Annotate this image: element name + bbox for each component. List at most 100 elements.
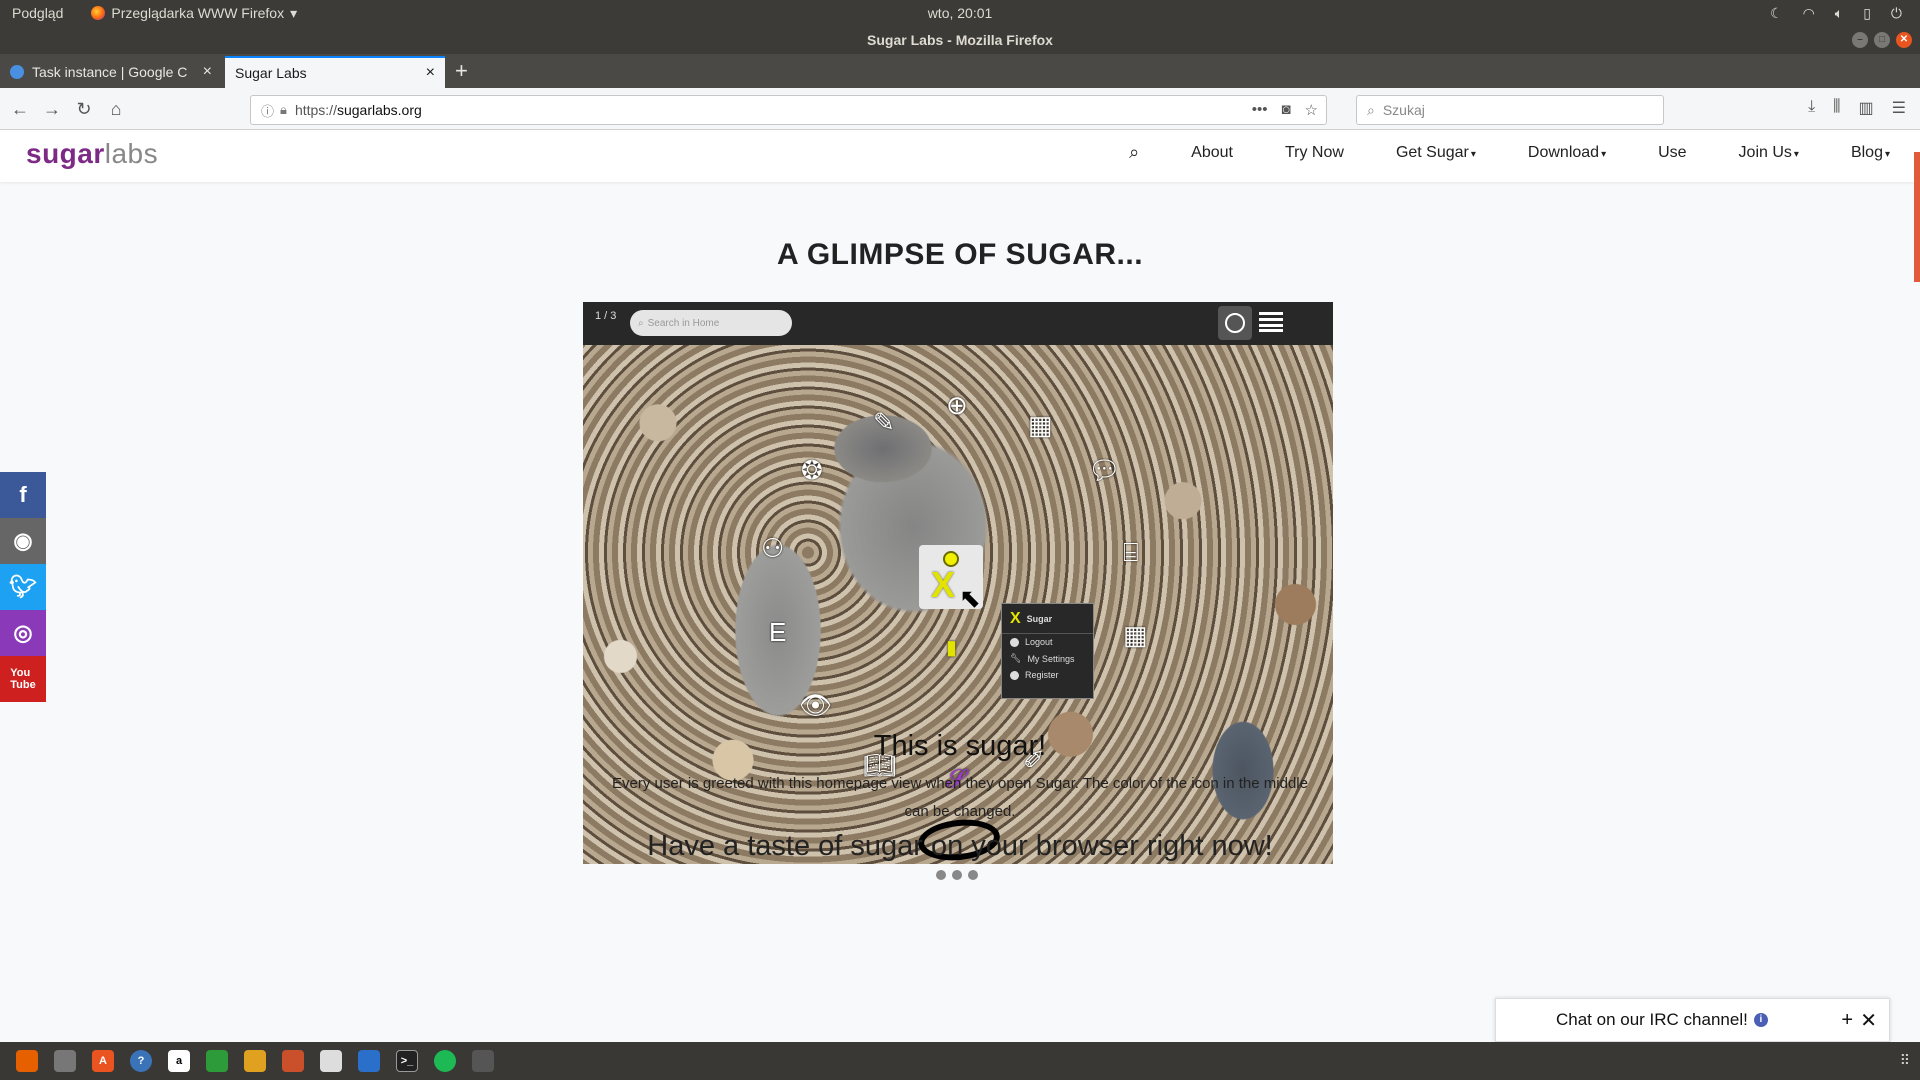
calc-launcher-icon[interactable]: [206, 1050, 228, 1072]
new-tab-button[interactable]: +: [455, 60, 468, 82]
maze-activity-icon: ⌸: [1123, 537, 1139, 567]
search-placeholder: Szukaj: [1382, 102, 1425, 118]
tab-label: Task instance | Google C: [32, 64, 188, 80]
software-launcher-icon[interactable]: A: [92, 1050, 114, 1072]
os-app-menu[interactable]: Podgląd: [12, 5, 63, 21]
nav-join-us[interactable]: Join Us ▾: [1739, 144, 1799, 162]
sugar-toolbar: 1 / 3 ⌕ Search in Home: [583, 302, 1333, 345]
help-launcher-icon[interactable]: ?: [130, 1050, 152, 1072]
sugar-search-field: ⌕ Search in Home: [630, 310, 792, 336]
tab-task-instance[interactable]: Task instance | Google C ×: [0, 56, 222, 88]
lock-icon[interactable]: 🔒︎: [280, 102, 287, 118]
slide-title: This is sugar!: [873, 730, 1047, 762]
nav-about[interactable]: About: [1191, 144, 1233, 162]
register-icon: [1010, 670, 1019, 680]
site-logo[interactable]: sugarlabs: [26, 138, 158, 170]
site-nav: ⌕ About Try Now Get Sugar ▾ Download ▾ Use…: [1129, 142, 1890, 163]
close-icon[interactable]: ✕: [1860, 1008, 1877, 1033]
turtle-activity-icon: ❂: [801, 455, 823, 485]
close-tab-icon[interactable]: ×: [426, 64, 435, 82]
library-icon[interactable]: ⫼: [1833, 98, 1840, 118]
os-clock[interactable]: wto, 20:01: [928, 5, 993, 21]
reload-icon[interactable]: ↻: [72, 97, 96, 121]
nav-download[interactable]: Download ▾: [1528, 144, 1606, 162]
forward-icon[interactable]: →: [40, 97, 64, 121]
twitter-icon[interactable]: 🐦︎: [0, 564, 46, 610]
search-icon: ⌕: [1367, 101, 1375, 118]
impress-launcher-icon[interactable]: [244, 1050, 266, 1072]
url-bar[interactable]: ⓘ 🔒︎ https://sugarlabs.org ••• ◙ ☆: [250, 95, 1327, 125]
browse-activity-icon: ⊕: [946, 390, 968, 420]
hamburger-menu-icon[interactable]: ☰: [1892, 98, 1906, 118]
logout-icon: [1010, 637, 1019, 647]
calculate-activity-icon: ▦: [1028, 410, 1053, 440]
downloads-icon[interactable]: ⤓: [1808, 98, 1815, 118]
info-icon[interactable]: i: [1753, 1013, 1768, 1027]
home-icon[interactable]: ⌂: [104, 97, 128, 121]
mouse-cursor-icon: ⬉: [959, 583, 981, 613]
search-input[interactable]: ⌕ Szukaj: [1356, 95, 1664, 125]
back-icon[interactable]: ←: [8, 97, 32, 121]
facebook-icon[interactable]: f: [0, 472, 46, 518]
amazon-launcher-icon[interactable]: a: [168, 1050, 190, 1072]
nav-try-now[interactable]: Try Now: [1285, 144, 1344, 162]
toolbar-right: ⤓ ⫼ ▥ ☰: [1808, 98, 1906, 118]
tab-favicon-icon: [10, 65, 24, 79]
section-title: A GLIMPSE OF SUGAR...: [776, 238, 1144, 271]
nav-use[interactable]: Use: [1658, 144, 1686, 162]
os-top-panel: Podgląd Przeglądarka WWW Firefox ▾ wto, …: [0, 0, 1920, 26]
search-icon: ⌕: [638, 317, 644, 329]
nav-get-sugar[interactable]: Get Sugar ▾: [1396, 144, 1476, 162]
instagram-icon[interactable]: ◎: [0, 610, 46, 656]
terminal-launcher-icon[interactable]: >_: [396, 1050, 418, 1072]
youtube-icon[interactable]: You Tube: [0, 656, 46, 702]
nav-blog[interactable]: Blog ▾: [1851, 144, 1890, 162]
firefox-launcher-icon[interactable]: [16, 1050, 38, 1072]
carousel-dot[interactable]: [936, 870, 946, 880]
carousel-dot[interactable]: [968, 870, 978, 880]
close-window-icon[interactable]: ✕: [1896, 32, 1912, 48]
slide-counter: 1 / 3: [595, 310, 617, 322]
irc-label[interactable]: Chat on our IRC channel!: [1556, 1010, 1748, 1030]
wifi-icon[interactable]: ◠: [1803, 5, 1815, 22]
sidebar-icon[interactable]: ▥: [1859, 98, 1874, 118]
site-search-icon[interactable]: ⌕: [1129, 142, 1139, 163]
power-icon[interactable]: ⏻: [1891, 5, 1902, 22]
close-tab-icon[interactable]: ×: [203, 63, 212, 81]
browser-tab-bar: Task instance | Google C × Sugar Labs × …: [0, 54, 1920, 88]
tab-sugar-labs[interactable]: Sugar Labs ×: [225, 56, 445, 88]
carousel-dot[interactable]: [952, 870, 962, 880]
volume-icon[interactable]: 🔈︎: [1835, 5, 1843, 22]
pocket-icon[interactable]: ◙: [1281, 101, 1290, 119]
night-mode-icon[interactable]: ☾: [1770, 5, 1783, 22]
github-icon[interactable]: ◉: [0, 518, 46, 564]
info-icon[interactable]: ⓘ: [261, 101, 274, 120]
favorites-view-icon: [1218, 306, 1252, 340]
xo-small-icon: X: [1010, 609, 1021, 627]
show-apps-icon[interactable]: ⠿: [1900, 1052, 1910, 1069]
url-text[interactable]: https://sugarlabs.org: [295, 102, 422, 118]
write-activity-icon: ✎: [873, 407, 895, 437]
firefox-icon: [91, 6, 106, 20]
battery-icon[interactable]: ▯: [1863, 5, 1871, 22]
spotify-launcher-icon[interactable]: [434, 1050, 456, 1072]
active-app-menu[interactable]: Przeglądarka WWW Firefox ▾: [91, 5, 297, 22]
expand-icon[interactable]: +: [1841, 1009, 1853, 1032]
document-launcher-icon[interactable]: [320, 1050, 342, 1072]
bookmark-star-icon[interactable]: ☆: [1305, 101, 1318, 119]
social-sidebar: f ◉ 🐦︎ ◎ You Tube: [0, 472, 46, 702]
memorize-activity-icon: ▦: [1123, 620, 1148, 650]
caret-down-icon: ▾: [1601, 148, 1607, 160]
system-tray: ☾ ◠ 🔈︎ ▯ ⏻: [1770, 5, 1902, 22]
files-launcher-icon[interactable]: [54, 1050, 76, 1072]
minimize-icon[interactable]: –: [1852, 32, 1868, 48]
extra-launcher-icon[interactable]: [472, 1050, 494, 1072]
page-actions-icon[interactable]: •••: [1252, 101, 1268, 119]
page-scrollbar[interactable]: [1914, 152, 1920, 282]
writer-launcher-icon[interactable]: [358, 1050, 380, 1072]
site-header: sugarlabs ⌕ About Try Now Get Sugar ▾ Dow…: [0, 130, 1920, 182]
maximize-icon[interactable]: □: [1874, 32, 1890, 48]
xo-buddy-icon: X ⬉: [919, 545, 983, 613]
irc-chat-widget[interactable]: Chat on our IRC channel! i + ✕: [1495, 998, 1890, 1042]
draw-launcher-icon[interactable]: [282, 1050, 304, 1072]
